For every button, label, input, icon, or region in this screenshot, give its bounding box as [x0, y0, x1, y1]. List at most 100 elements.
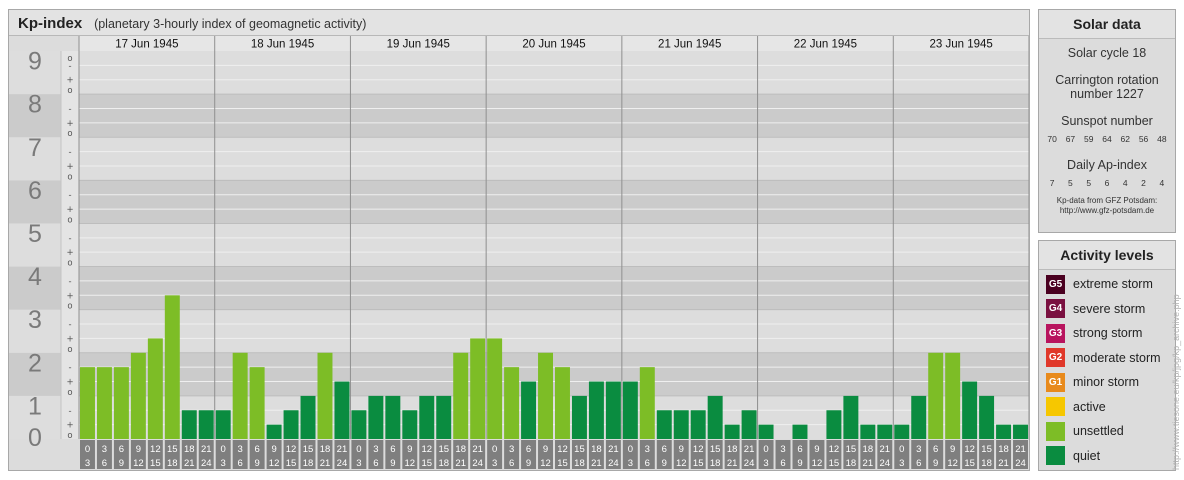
- interval-end-label: 15: [557, 458, 568, 469]
- interval-start-label: 0: [628, 444, 633, 455]
- interval-end-label: 6: [238, 458, 243, 469]
- interval-start-label: 12: [421, 444, 432, 455]
- interval-end-label: 24: [744, 458, 755, 469]
- interval-start-label: 21: [880, 444, 891, 455]
- interval-start-label: 9: [950, 444, 955, 455]
- kp-bar: [283, 410, 299, 439]
- kp-bar: [130, 352, 146, 439]
- interval-end-label: 24: [337, 458, 348, 469]
- legend-color-swatch: G3: [1046, 323, 1065, 343]
- interval-end-label: 15: [150, 458, 161, 469]
- kp-bar: [80, 367, 95, 439]
- day-label: 20 Jun 1945: [522, 39, 585, 51]
- ap-value: 5: [1068, 178, 1073, 188]
- interval-start-label: 15: [167, 444, 178, 455]
- interval-start-label: 6: [119, 444, 124, 455]
- interval-end-label: 15: [964, 458, 975, 469]
- carrington-line1: Carrington rotation: [1055, 73, 1159, 87]
- interval-end-label: 3: [356, 458, 361, 469]
- kp-bar: [928, 352, 944, 439]
- interval-start-label: 3: [238, 444, 243, 455]
- interval-end-label: 9: [933, 458, 938, 469]
- kp-bar: [232, 352, 248, 439]
- interval-end-label: 9: [526, 458, 531, 469]
- interval-end-label: 12: [947, 458, 958, 469]
- ap-label: Daily Ap-index: [1067, 158, 1147, 172]
- interval-start-label: 18: [320, 444, 331, 455]
- interval-start-label: 6: [662, 444, 667, 455]
- sub-tick-marker: -: [68, 148, 71, 158]
- chart-header: Kp-index (planetary 3-hourly index of ge…: [9, 10, 1029, 36]
- kp-bar: [181, 410, 197, 439]
- kp-bar: [690, 410, 706, 439]
- interval-start-label: 3: [102, 444, 107, 455]
- kp-bar: [487, 338, 503, 439]
- kp-bar: [758, 424, 774, 439]
- interval-start-label: 0: [85, 444, 90, 455]
- interval-end-label: 21: [320, 458, 331, 469]
- y-tick-label: 1: [28, 392, 42, 420]
- legend-label: moderate storm: [1073, 350, 1161, 365]
- sub-tick-marker: -: [68, 234, 71, 244]
- sunspot-value: 48: [1157, 134, 1167, 144]
- kp-bar: [453, 352, 469, 439]
- y-tick-label: 6: [28, 177, 42, 205]
- interval-start-label: 9: [814, 444, 819, 455]
- interval-end-label: 6: [916, 458, 921, 469]
- interval-end-label: 6: [102, 458, 107, 469]
- sub-tick-marker: o: [67, 431, 72, 441]
- sub-tick-marker: o: [67, 302, 72, 312]
- interval-start-label: 6: [933, 444, 938, 455]
- interval-start-label: 3: [916, 444, 921, 455]
- credit-link[interactable]: http://www.gfz-potsdam.de: [1039, 206, 1175, 216]
- kp-bar: [402, 410, 418, 439]
- ap-value: 2: [1141, 178, 1146, 188]
- kp-bar: [571, 395, 587, 439]
- interval-start-label: 12: [557, 444, 568, 455]
- interval-start-label: 21: [1015, 444, 1026, 455]
- ap-numbers: 7 5 5 6 4 2 4: [1039, 178, 1175, 188]
- y-tick-label: 5: [28, 220, 42, 248]
- interval-end-label: 3: [221, 458, 226, 469]
- interval-start-label: 12: [964, 444, 975, 455]
- interval-end-label: 6: [509, 458, 514, 469]
- interval-end-label: 24: [201, 458, 212, 469]
- kp-bar: [113, 367, 129, 439]
- kp-bar: [164, 295, 180, 439]
- interval-start-label: 18: [184, 444, 195, 455]
- kp-bar: [504, 367, 520, 439]
- interval-start-label: 15: [981, 444, 992, 455]
- sub-tick-marker: o: [67, 129, 72, 139]
- y-tick-label: 2: [28, 349, 42, 377]
- day-label: 17 Jun 1945: [115, 39, 178, 51]
- y-tick-label: 3: [28, 306, 42, 334]
- interval-end-label: 21: [591, 458, 602, 469]
- legend-color-swatch: [1046, 397, 1065, 417]
- kp-chart-panel: Kp-index (planetary 3-hourly index of ge…: [8, 9, 1030, 471]
- sunspot-value: 70: [1047, 134, 1057, 144]
- sub-tick-marker: +: [66, 119, 73, 129]
- sub-tick-marker: +: [66, 205, 73, 215]
- interval-start-label: 0: [899, 444, 904, 455]
- interval-end-label: 21: [455, 458, 466, 469]
- interval-start-label: 18: [591, 444, 602, 455]
- interval-end-label: 12: [405, 458, 416, 469]
- sub-tick-marker: +: [66, 421, 73, 431]
- day-label: 19 Jun 1945: [387, 39, 450, 51]
- kp-bar: [215, 410, 231, 439]
- interval-end-label: 9: [119, 458, 124, 469]
- sub-tick-marker: +: [66, 334, 73, 344]
- interval-start-label: 9: [136, 444, 141, 455]
- interval-end-label: 24: [1015, 458, 1026, 469]
- sub-tick-marker: o: [67, 388, 72, 398]
- level-band: [79, 180, 1029, 224]
- kp-bar: [249, 367, 265, 439]
- interval-end-label: 9: [797, 458, 802, 469]
- kp-bar: [962, 381, 978, 439]
- interval-start-label: 18: [863, 444, 874, 455]
- interval-end-label: 12: [676, 458, 687, 469]
- sub-tick-marker: -: [68, 277, 71, 287]
- kp-bar: [147, 338, 163, 439]
- interval-end-label: 21: [863, 458, 874, 469]
- kp-bar: [826, 410, 842, 439]
